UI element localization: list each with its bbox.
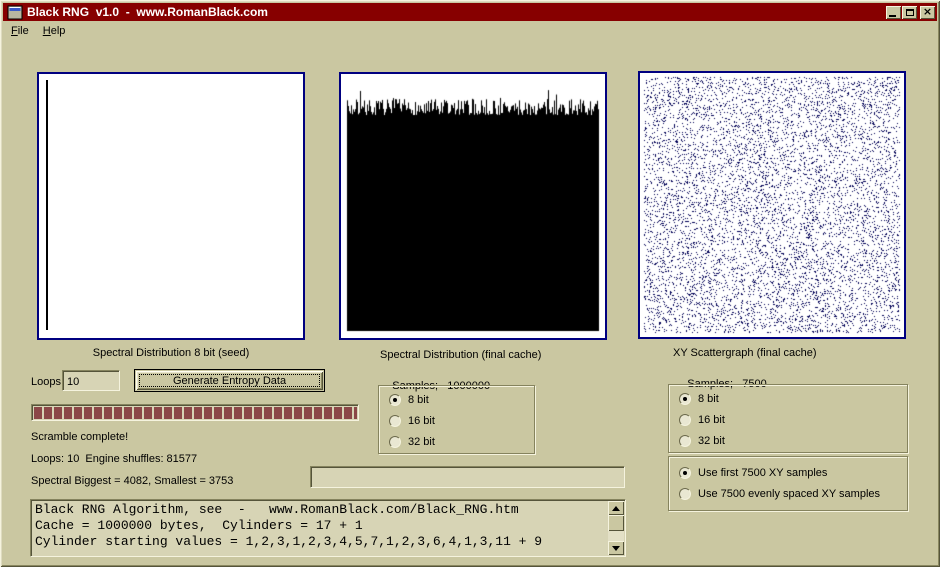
radio-label: 16 bit xyxy=(408,415,435,427)
status-loops-shuffles: Loops: 10 Engine shuffles: 81577 xyxy=(31,453,197,465)
maximize-button[interactable] xyxy=(902,6,917,19)
menu-bar: FileHelp xyxy=(3,21,937,41)
scrollbar-thumb[interactable] xyxy=(608,515,624,531)
radio-label: 8 bit xyxy=(408,394,429,406)
radio-icon xyxy=(389,415,401,427)
titlebar: Black RNG v1.0 - www.RomanBlack.com × xyxy=(3,3,937,21)
app-icon xyxy=(7,5,23,20)
radio-icon xyxy=(389,394,401,406)
scatter-radio-32bit[interactable]: 32 bit xyxy=(669,430,907,451)
arrow-up-icon xyxy=(612,506,620,511)
scatter-radio-8bit[interactable]: 8 bit xyxy=(669,388,907,409)
radio-icon xyxy=(679,393,691,405)
algorithm-info-text: Black RNG Algorithm, see - www.RomanBlac… xyxy=(32,501,607,555)
window-title: Black RNG v1.0 - www.RomanBlack.com xyxy=(27,5,885,19)
scatter-radio-16bit[interactable]: 16 bit xyxy=(669,409,907,430)
close-button[interactable]: × xyxy=(920,6,935,19)
scroll-down-button[interactable] xyxy=(608,541,624,555)
status-scramble: Scramble complete! xyxy=(31,431,128,443)
generate-entropy-button[interactable]: Generate Entropy Data xyxy=(134,369,325,392)
generate-entropy-label: Generate Entropy Data xyxy=(173,375,286,387)
cache-radio-32bit[interactable]: 32 bit xyxy=(379,431,534,452)
minimize-button[interactable] xyxy=(886,6,901,19)
radio-label: 8 bit xyxy=(698,393,719,405)
radio-label: Use 7500 evenly spaced XY samples xyxy=(698,488,880,500)
menu-help[interactable]: Help xyxy=(36,22,73,40)
seed-spectral-panel xyxy=(37,72,305,340)
xy-radio-evenly-spaced[interactable]: Use 7500 evenly spaced XY samples xyxy=(669,483,907,504)
cache-spectral-panel xyxy=(339,72,607,340)
scatter-panel-caption: XY Scattergraph (final cache) xyxy=(673,347,816,360)
minimize-icon xyxy=(889,15,896,17)
info-scrollbar xyxy=(608,501,624,555)
secondary-progress-field xyxy=(310,466,625,488)
radio-label: 32 bit xyxy=(698,435,725,447)
radio-icon xyxy=(679,488,691,500)
cache-radio-8bit[interactable]: 8 bit xyxy=(379,389,534,410)
status-spectral-range: Spectral Biggest = 4082, Smallest = 3753 xyxy=(31,475,233,487)
radio-icon xyxy=(389,436,401,448)
menu-file[interactable]: File xyxy=(4,22,36,40)
loops-input[interactable] xyxy=(62,370,120,391)
radio-label: 32 bit xyxy=(408,436,435,448)
xy-radio-first-samples[interactable]: Use first 7500 XY samples xyxy=(669,462,907,483)
arrow-down-icon xyxy=(612,546,620,551)
radio-label: 16 bit xyxy=(698,414,725,426)
radio-icon xyxy=(679,467,691,479)
scatter-bit-depth-group: 8 bit 16 bit 32 bit xyxy=(668,384,908,453)
radio-label: Use first 7500 XY samples xyxy=(698,467,827,479)
seed-spectral-spike xyxy=(46,80,48,330)
radio-icon xyxy=(679,414,691,426)
xy-scattergraph xyxy=(640,73,904,337)
xy-sampling-group: Use first 7500 XY samples Use 7500 evenl… xyxy=(668,456,908,511)
close-icon: × xyxy=(923,6,932,17)
algorithm-info-box[interactable]: Black RNG Algorithm, see - www.RomanBlac… xyxy=(30,499,626,557)
maximize-icon xyxy=(906,9,914,16)
entropy-progress-bar xyxy=(31,404,359,421)
window-controls: × xyxy=(885,6,935,19)
radio-icon xyxy=(679,435,691,447)
cache-radio-16bit[interactable]: 16 bit xyxy=(379,410,534,431)
app-window: Black RNG v1.0 - www.RomanBlack.com × Fi… xyxy=(0,0,940,567)
seed-panel-caption: Spectral Distribution 8 bit (seed) xyxy=(37,347,305,360)
xy-scattergraph-panel xyxy=(638,71,906,339)
cache-bit-depth-group: 8 bit 16 bit 32 bit xyxy=(378,385,535,454)
loops-label: Loops: xyxy=(31,376,64,388)
scroll-up-button[interactable] xyxy=(608,501,624,515)
cache-panel-caption: Spectral Distribution (final cache) xyxy=(380,349,541,362)
entropy-progress-fill xyxy=(34,407,357,419)
cache-spectral-graph xyxy=(341,74,605,338)
